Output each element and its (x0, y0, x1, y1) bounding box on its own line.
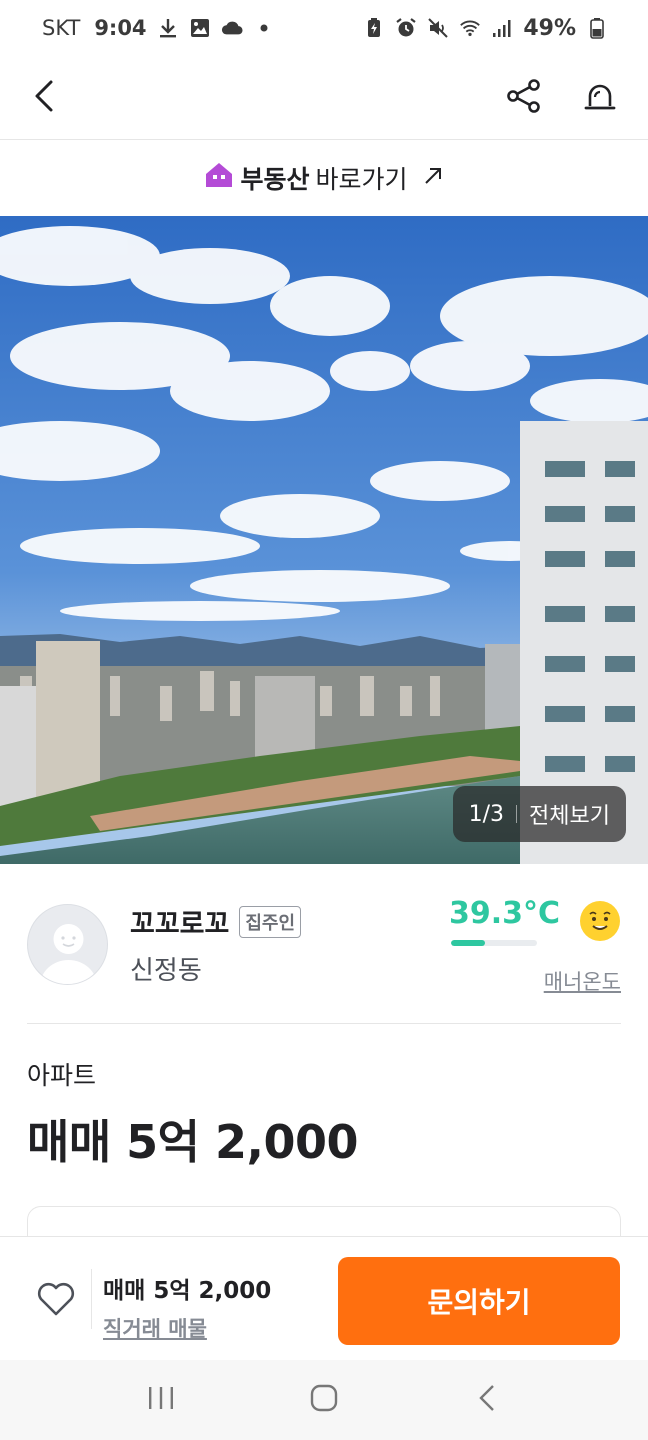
listing-price-title: 매매 5억 2,000 (27, 1115, 359, 1169)
owner-badge: 집주인 (239, 905, 302, 938)
seller-location: 신정동 (130, 956, 202, 986)
house-icon (204, 161, 234, 195)
header-actions (504, 78, 624, 118)
battery-saver-icon (363, 17, 385, 39)
temperature-bar-fill (451, 940, 485, 946)
shortcut-label: 바로가기 (315, 165, 408, 194)
temperature-bar (451, 940, 537, 946)
carrier-label: SKT (42, 16, 81, 40)
status-right: 49% (363, 16, 608, 41)
action-divider (91, 1269, 92, 1329)
notification-dot-icon (253, 17, 275, 39)
smile-face-icon (579, 900, 621, 942)
heart-icon (36, 1282, 76, 1321)
mute-icon (427, 17, 449, 39)
recent-apps-icon (147, 1385, 175, 1415)
seller-profile[interactable]: 꼬꼬로꼬 집주인 신정동 39.3°C 매너온도 (0, 864, 648, 1024)
back-icon (478, 1384, 496, 1416)
home-button[interactable] (300, 1376, 348, 1424)
clock: 9:04 (94, 16, 147, 40)
realestate-shortcut[interactable]: 부동산 바로가기 (0, 140, 648, 216)
wifi-icon (459, 17, 481, 39)
listing-photo[interactable]: 1/3 전체보기 (0, 216, 648, 864)
realestate-label: 부동산 (240, 165, 310, 194)
default-avatar-icon (40, 924, 97, 984)
manner-temperature-link[interactable]: 매너온도 (544, 966, 621, 996)
home-icon (310, 1384, 338, 1416)
name-row: 꼬꼬로꼬 집주인 (130, 902, 302, 941)
app-header (0, 56, 648, 140)
share-button[interactable] (504, 78, 544, 118)
signal-icon (491, 17, 513, 39)
back-button[interactable] (24, 78, 64, 118)
download-icon (157, 17, 179, 39)
report-button[interactable] (580, 78, 620, 118)
avatar[interactable] (27, 904, 108, 985)
battery-icon (586, 17, 608, 39)
profile-divider (27, 1023, 621, 1024)
action-bar-price: 매매 5억 2,000 (103, 1278, 272, 1304)
photo-counter: 1/3 (468, 801, 505, 827)
arrow-up-right-icon (422, 164, 444, 193)
direct-deal-link[interactable]: 직거래 매물 (103, 1313, 207, 1343)
listing-category: 아파트 (27, 1061, 97, 1090)
city-river-photo (0, 216, 648, 864)
photo-counter-overlay[interactable]: 1/3 전체보기 (452, 786, 626, 842)
counter-divider (516, 805, 518, 823)
like-button[interactable] (36, 1281, 76, 1317)
view-all-button[interactable]: 전체보기 (529, 798, 610, 830)
system-nav-bar (0, 1360, 648, 1440)
alarm-icon (395, 17, 417, 39)
bottom-action-bar: 매매 5억 2,000 직거래 매물 문의하기 (0, 1236, 648, 1360)
temperature-value: 39.3°C (449, 896, 561, 931)
status-left: SKT 9:04 (42, 16, 275, 40)
battery-percent: 49% (523, 15, 576, 41)
gallery-icon (189, 17, 211, 39)
siren-icon (583, 79, 617, 117)
seller-nickname: 꼬꼬로꼬 (130, 909, 230, 940)
manner-temperature[interactable]: 39.3°C 매너온도 (441, 896, 621, 1016)
cloud-icon (221, 17, 243, 39)
system-back-button[interactable] (463, 1376, 511, 1424)
recent-apps-button[interactable] (137, 1376, 185, 1424)
inquire-button[interactable]: 문의하기 (338, 1257, 620, 1345)
chevron-left-icon (32, 79, 56, 117)
share-icon (506, 78, 542, 118)
status-bar: SKT 9:04 49% (0, 0, 648, 56)
